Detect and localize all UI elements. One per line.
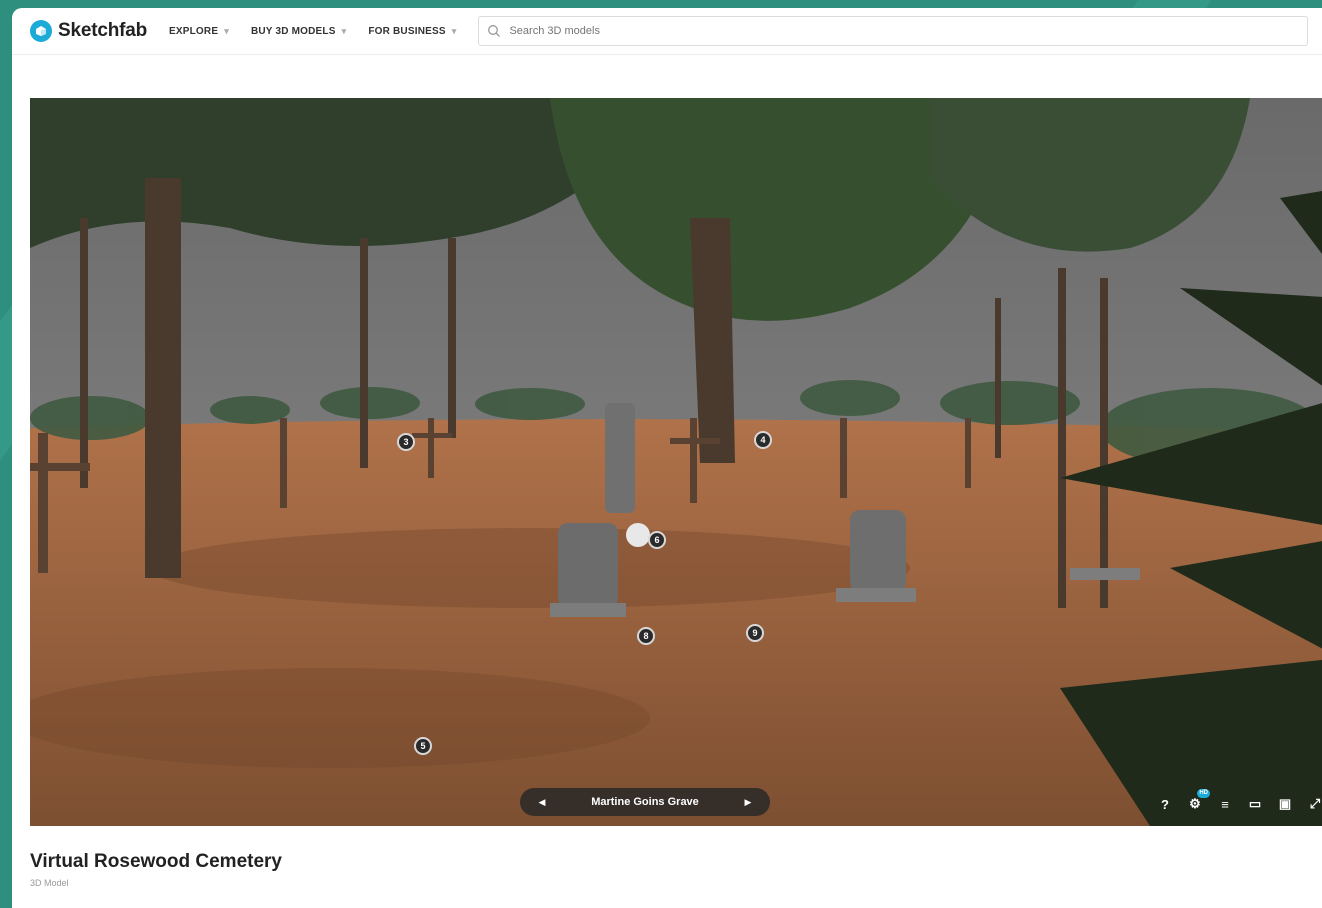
model-subtitle: 3D Model (30, 878, 69, 888)
inspector-icon[interactable]: ▣ (1278, 796, 1292, 812)
chevron-down-icon: ▾ (451, 25, 457, 36)
model-title: Virtual Rosewood Cemetery (30, 851, 283, 872)
search-box[interactable] (478, 16, 1309, 46)
annotation-title: Martine Goins Grave (591, 796, 699, 808)
hd-badge: HD (1197, 789, 1210, 798)
brand-logo[interactable]: Sketchfab (30, 20, 147, 42)
brand-name: Sketchfab (58, 20, 148, 41)
vr-icon[interactable]: ▭ (1248, 796, 1262, 812)
annotation-hotspot[interactable]: 4 (754, 431, 772, 449)
scene-render (30, 98, 1322, 826)
nav-explore[interactable]: EXPLORE ▾ (169, 26, 229, 37)
nav-for-business[interactable]: FOR BUSINESS ▾ (368, 26, 456, 37)
annotation-hotspot[interactable]: 9 (746, 624, 764, 642)
annotation-hotspot[interactable]: 5 (414, 737, 432, 755)
next-annotation-button[interactable]: ▶ (740, 797, 756, 808)
settings-button[interactable]: ⚙ HD (1188, 789, 1210, 812)
nav-explore-label: EXPLORE (169, 25, 219, 37)
fullscreen-icon[interactable]: ⤢ (1308, 796, 1322, 812)
browser-panel: Sketchfab EXPLORE ▾ BUY 3D MODELS ▾ FOR … (12, 8, 1322, 908)
annotation-hotspot[interactable]: 6 (648, 531, 666, 549)
annotation-navigator: ◀ Martine Goins Grave ▶ (520, 788, 770, 816)
annotation-hotspot[interactable]: 3 (397, 433, 415, 451)
sketchfab-logo-icon (30, 20, 52, 42)
chevron-down-icon: ▾ (224, 25, 229, 36)
annotation-hotspot[interactable]: 8 (637, 627, 655, 645)
nav-business-label: FOR BUSINESS (368, 25, 446, 37)
viewer-controls: ? ⚙ HD ≡ ▭ ▣ ⤢ (1158, 789, 1322, 812)
prev-annotation-button[interactable]: ◀ (534, 797, 550, 808)
top-navigation: Sketchfab EXPLORE ▾ BUY 3D MODELS ▾ FOR … (12, 8, 1322, 55)
layers-icon[interactable]: ≡ (1218, 797, 1232, 812)
nav-buy-label: BUY 3D MODELS (250, 25, 336, 37)
model-viewer[interactable]: 3 4 6 8 9 5 ◀ Martine Goins Grave ▶ ? ⚙ … (30, 98, 1322, 826)
chevron-down-icon: ▾ (341, 25, 347, 36)
search-icon (488, 25, 501, 37)
gear-icon: ⚙ (1189, 796, 1201, 811)
help-button[interactable]: ? (1158, 797, 1172, 812)
search-input[interactable] (507, 24, 1212, 38)
nav-buy-3d-models[interactable]: BUY 3D MODELS ▾ (251, 26, 346, 37)
